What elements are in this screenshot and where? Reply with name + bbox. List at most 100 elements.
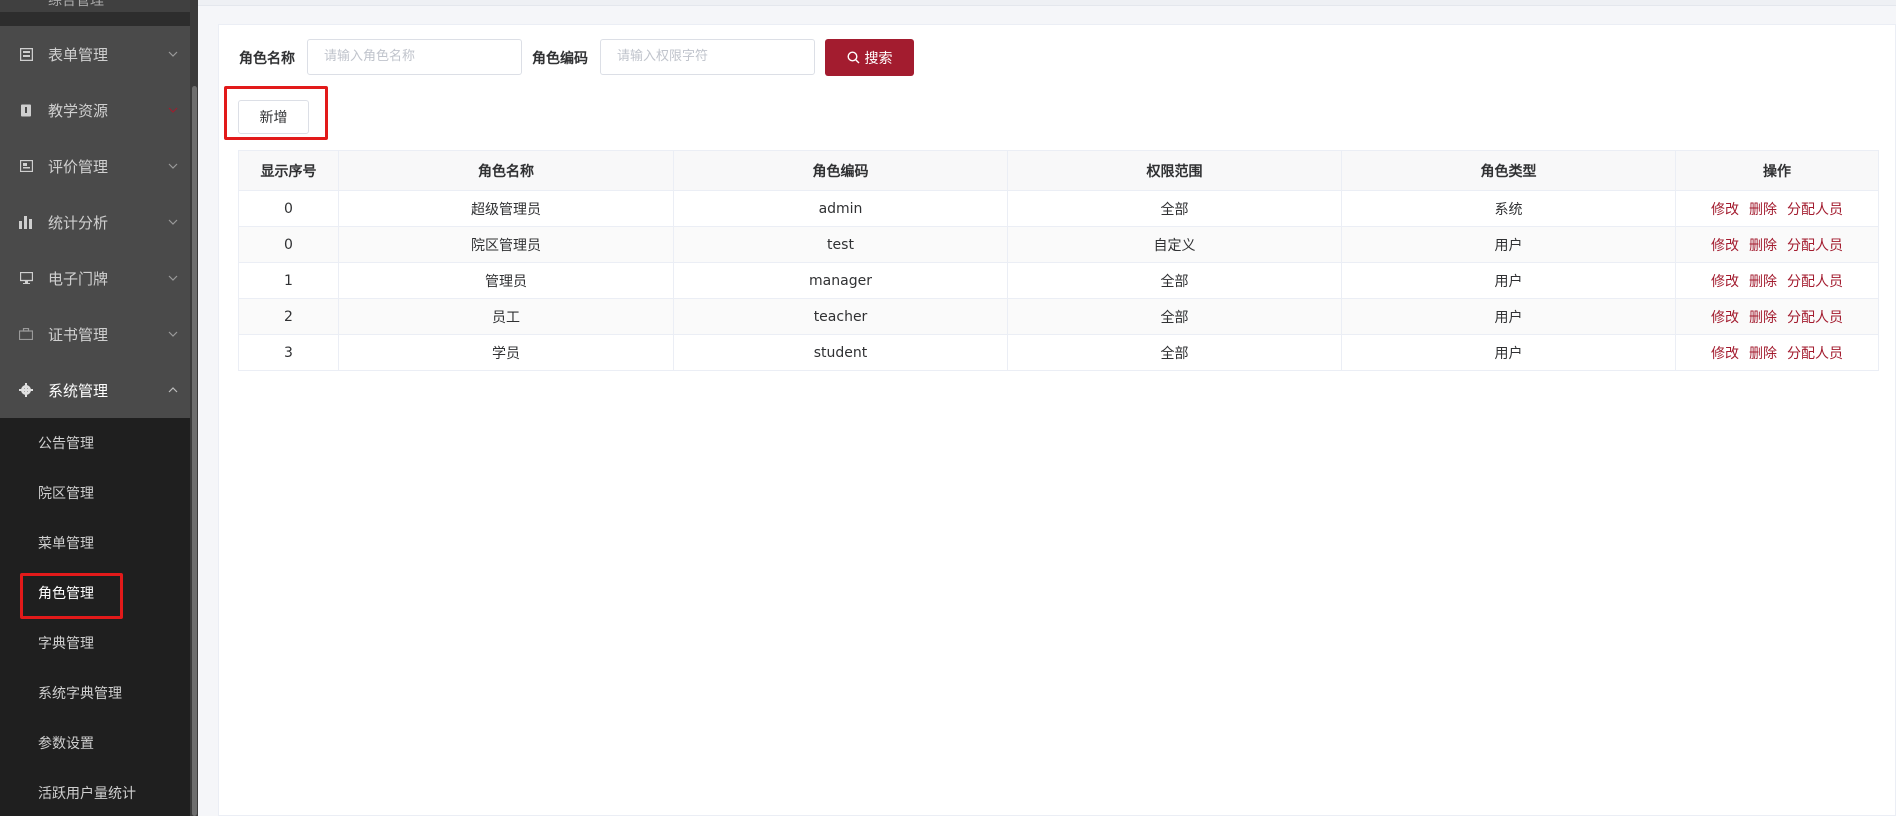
cell-order: 3 (238, 334, 339, 371)
table-row: 3 学员 student 全部 用户 修改 删除 分配人员 (238, 334, 1879, 371)
role-name-label: 角色名称 (239, 51, 295, 67)
chevron-down-icon (168, 51, 178, 57)
role-name-input[interactable]: 请输入角色名称 (307, 39, 522, 75)
header-scope[interactable]: 权限范围 (1007, 150, 1342, 191)
assign-users-link[interactable]: 分配人员 (1787, 274, 1843, 290)
cell-role-type: 用户 (1341, 262, 1676, 299)
cell-role-type: 用户 (1341, 334, 1676, 371)
cell-order: 2 (238, 298, 339, 335)
delete-link[interactable]: 删除 (1749, 310, 1777, 326)
sidebar-item-label: 系统管理 (48, 381, 109, 400)
cell-role-name: 员工 (338, 298, 674, 335)
chevron-down-icon (168, 107, 178, 113)
delete-link[interactable]: 删除 (1749, 346, 1777, 362)
header-role-name[interactable]: 角色名称 (338, 150, 674, 191)
sidebar-item-resource[interactable]: 教学资源 (0, 82, 198, 138)
cell-role-code: student (673, 334, 1008, 371)
header-actions: 操作 (1675, 150, 1879, 191)
cell-order: 0 (238, 226, 339, 263)
submenu-item-label: 公告管理 (38, 436, 94, 452)
sidebar-item-label: 证书管理 (48, 325, 109, 344)
cell-role-name: 学员 (338, 334, 674, 371)
edit-link[interactable]: 修改 (1711, 238, 1739, 254)
sidebar-item-form[interactable]: 表单管理 (0, 26, 198, 82)
edit-link[interactable]: 修改 (1711, 310, 1739, 326)
cell-role-name: 院区管理员 (338, 226, 674, 263)
header-order[interactable]: 显示序号 (238, 150, 339, 191)
submenu-item-dictionary[interactable]: 字典管理 (0, 618, 190, 668)
submenu-item-announcement[interactable]: 公告管理 (0, 418, 190, 468)
sidebar-item-system[interactable]: 系统管理 (0, 362, 198, 418)
cell-scope: 全部 (1007, 190, 1342, 227)
cell-role-type: 用户 (1341, 226, 1676, 263)
submenu-item-active-users[interactable]: 活跃用户量统计 (0, 768, 190, 816)
assign-users-link[interactable]: 分配人员 (1787, 238, 1843, 254)
sidebar-item-statistics[interactable]: 统计分析 (0, 194, 198, 250)
sidebar-item-partial-label: 综合管理 (48, 0, 104, 9)
submenu-item-label: 菜单管理 (38, 536, 94, 552)
chevron-down-icon (168, 331, 178, 337)
role-table: 显示序号 角色名称 角色编码 权限范围 角色类型 操作 0 超级管理员 admi… (238, 150, 1879, 371)
assign-users-link[interactable]: 分配人员 (1787, 202, 1843, 218)
cell-role-name: 管理员 (338, 262, 674, 299)
search-icon (846, 51, 859, 64)
edit-link[interactable]: 修改 (1711, 346, 1739, 362)
add-button[interactable]: 新增 (238, 100, 309, 134)
sidebar-item-e-doorplate[interactable]: 电子门牌 (0, 250, 198, 306)
cell-role-code: manager (673, 262, 1008, 299)
cell-scope: 全部 (1007, 298, 1342, 335)
sidebar-item-label: 教学资源 (48, 101, 109, 120)
edit-link[interactable]: 修改 (1711, 202, 1739, 218)
cell-scope: 全部 (1007, 334, 1342, 371)
sidebar-item-partial[interactable]: 综合管理 (0, 0, 198, 12)
search-button-label: 搜索 (864, 50, 893, 67)
resource-icon (18, 102, 34, 118)
delete-link[interactable]: 删除 (1749, 238, 1777, 254)
cell-role-code: admin (673, 190, 1008, 227)
assign-users-link[interactable]: 分配人员 (1787, 310, 1843, 326)
sidebar-item-label: 表单管理 (48, 45, 109, 64)
evaluation-icon (18, 158, 34, 174)
submenu-item-system-dictionary[interactable]: 系统字典管理 (0, 668, 190, 718)
submenu-item-label: 字典管理 (38, 636, 94, 652)
submenu-item-menu[interactable]: 菜单管理 (0, 518, 190, 568)
cell-role-name: 超级管理员 (338, 190, 674, 227)
monitor-icon (18, 270, 34, 286)
sidebar: 综合管理 表单管理 教学资源 评价管理 统计分析 电子门牌 证书管理 系统管理 … (0, 0, 198, 816)
submenu-item-parameters[interactable]: 参数设置 (0, 718, 190, 768)
cell-actions: 修改 删除 分配人员 (1675, 298, 1879, 335)
cell-role-type: 系统 (1341, 190, 1676, 227)
assign-users-link[interactable]: 分配人员 (1787, 346, 1843, 362)
gear-icon (18, 382, 34, 398)
table-row: 1 管理员 manager 全部 用户 修改 删除 分配人员 (238, 262, 1879, 299)
delete-link[interactable]: 删除 (1749, 202, 1777, 218)
bar-chart-icon (18, 214, 34, 230)
sidebar-item-label: 统计分析 (48, 213, 109, 232)
sidebar-item-certificate[interactable]: 证书管理 (0, 306, 198, 362)
cell-order: 1 (238, 262, 339, 299)
table-header-row: 显示序号 角色名称 角色编码 权限范围 角色类型 操作 (238, 150, 1879, 191)
main-top-border (198, 0, 1896, 6)
cell-actions: 修改 删除 分配人员 (1675, 334, 1879, 371)
table-row: 0 院区管理员 test 自定义 用户 修改 删除 分配人员 (238, 226, 1879, 263)
cell-role-code: test (673, 226, 1008, 263)
cell-actions: 修改 删除 分配人员 (1675, 262, 1879, 299)
edit-link[interactable]: 修改 (1711, 274, 1739, 290)
submenu-item-campus[interactable]: 院区管理 (0, 468, 190, 518)
header-role-type[interactable]: 角色类型 (1341, 150, 1676, 191)
header-role-code[interactable]: 角色编码 (673, 150, 1008, 191)
form-icon (18, 46, 34, 62)
submenu-item-label: 系统字典管理 (38, 686, 122, 702)
chevron-up-icon (168, 387, 178, 393)
cell-scope: 自定义 (1007, 226, 1342, 263)
sidebar-item-label: 电子门牌 (48, 269, 109, 288)
sidebar-item-label: 评价管理 (48, 157, 109, 176)
delete-link[interactable]: 删除 (1749, 274, 1777, 290)
search-button[interactable]: 搜索 (825, 39, 914, 76)
table-row: 2 员工 teacher 全部 用户 修改 删除 分配人员 (238, 298, 1879, 335)
sidebar-scrollbar-thumb[interactable] (192, 86, 197, 816)
role-code-input[interactable]: 请输入权限字符 (600, 39, 815, 75)
chevron-down-icon (168, 219, 178, 225)
sidebar-item-evaluation[interactable]: 评价管理 (0, 138, 198, 194)
role-code-label: 角色编码 (532, 51, 588, 67)
